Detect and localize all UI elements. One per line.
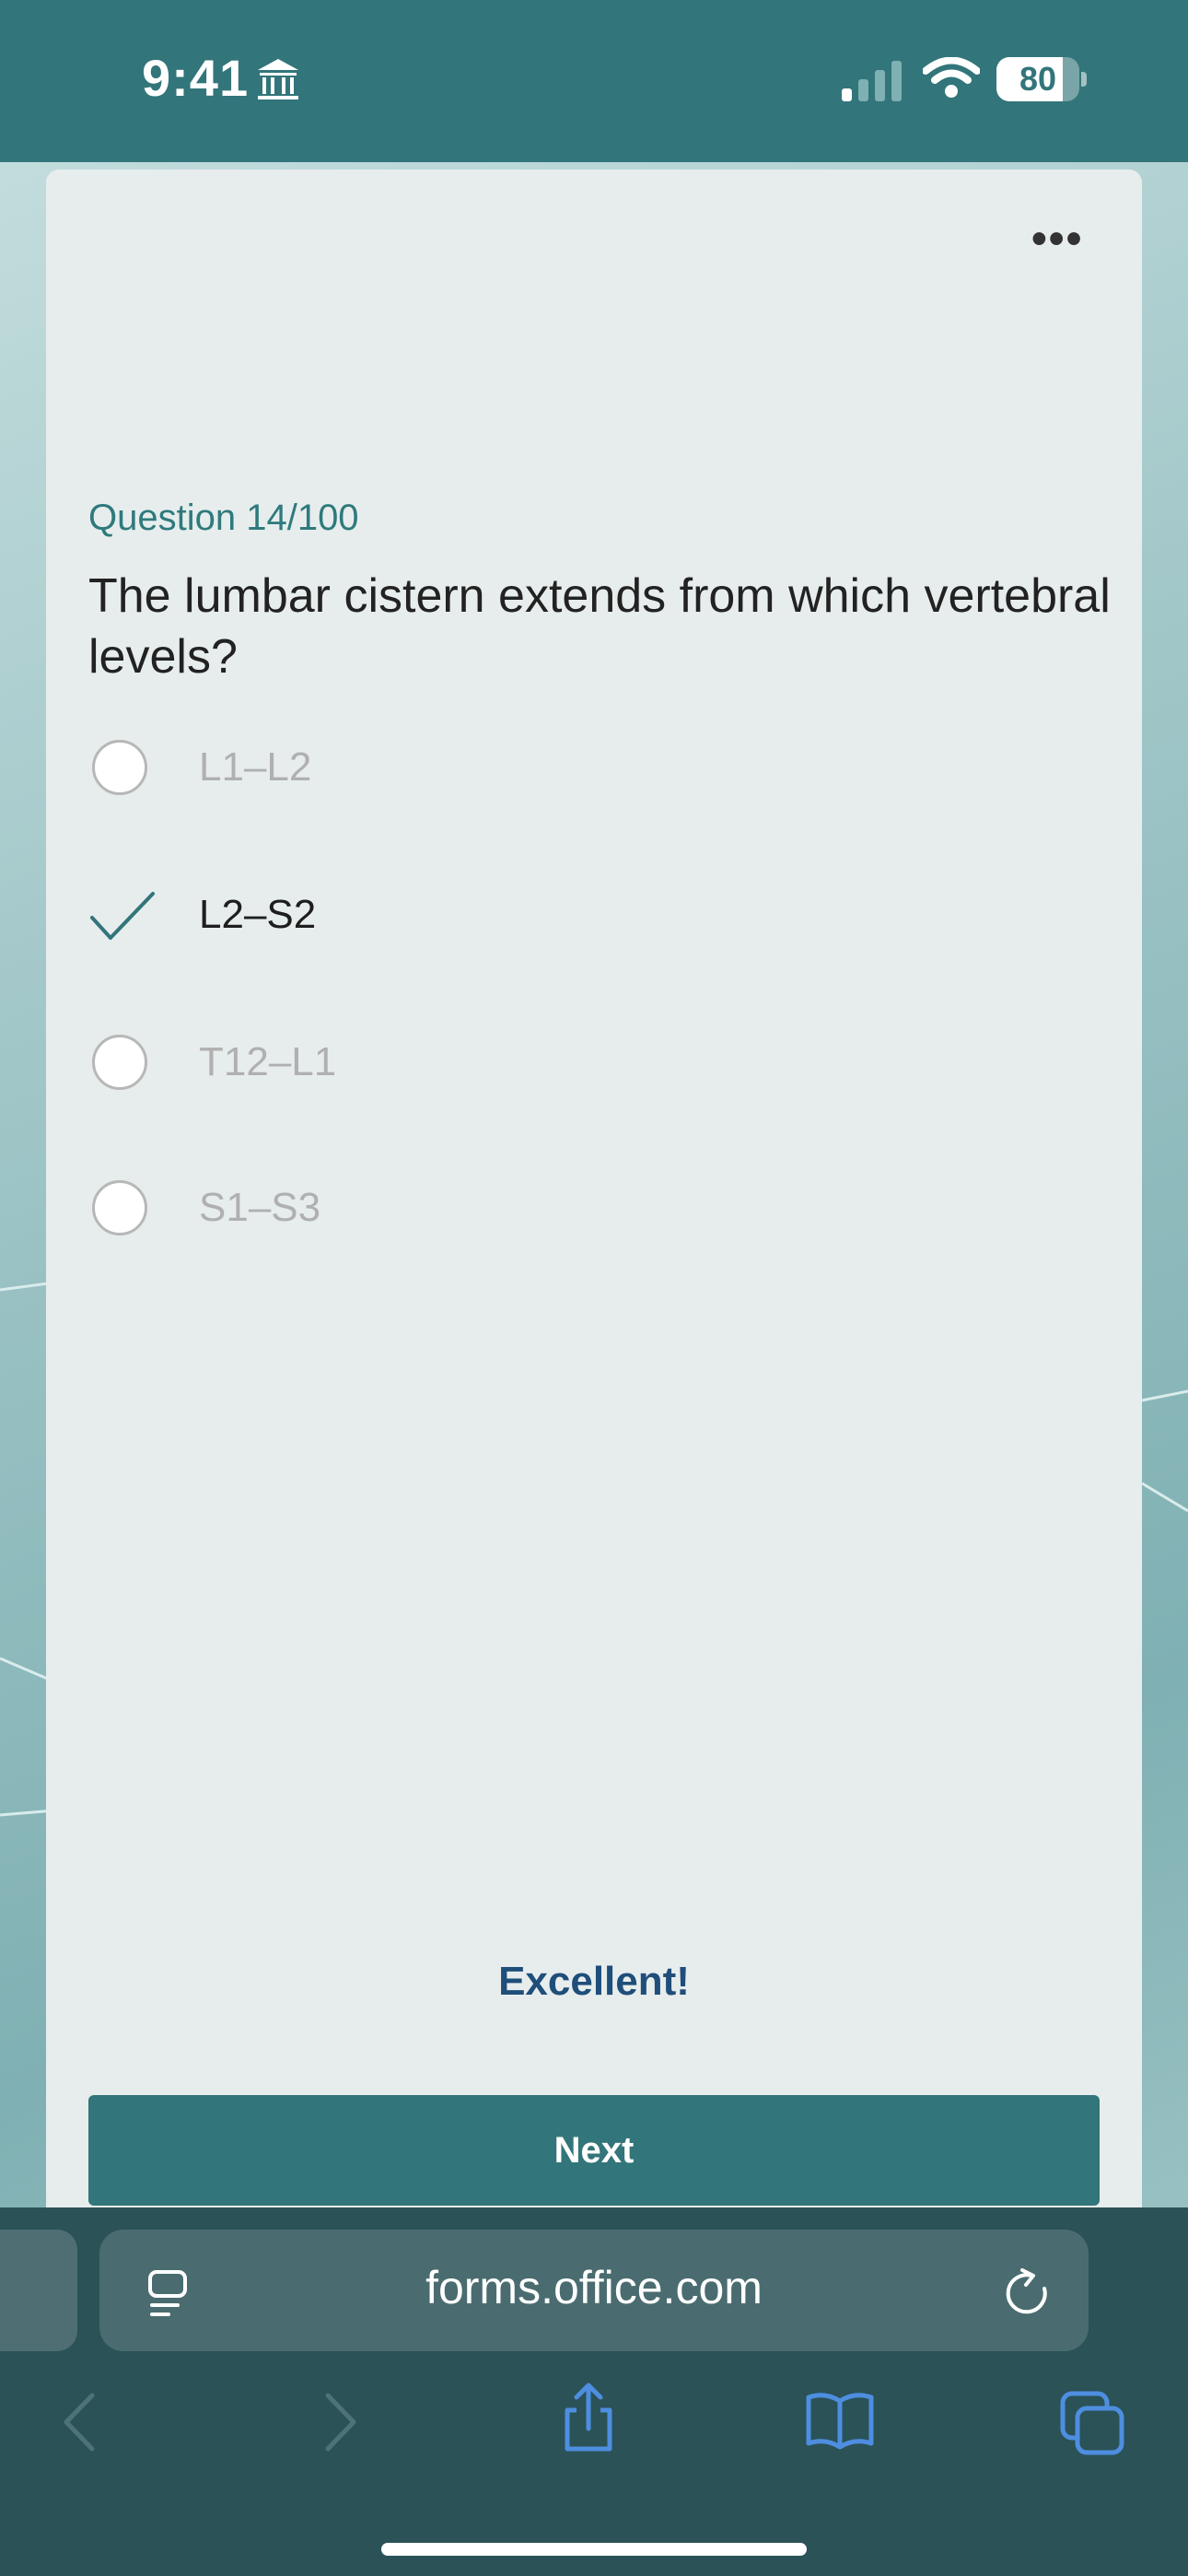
option-2[interactable]: L2–S2	[88, 873, 1101, 956]
status-time: 9:41	[142, 49, 250, 107]
option-4[interactable]: S1–S3	[88, 1166, 1101, 1249]
option-label: L1–L2	[199, 744, 312, 790]
question-number: Question 14/100	[88, 498, 359, 538]
url-text[interactable]: forms.office.com	[99, 2261, 1089, 2314]
radio-button-unselected[interactable]	[92, 1035, 147, 1090]
check-icon	[90, 892, 155, 940]
radio-button-unselected[interactable]	[92, 740, 147, 795]
radio-button-unselected[interactable]	[92, 1180, 147, 1235]
option-1[interactable]: L1–L2	[88, 726, 1101, 809]
book-icon[interactable]	[805, 2390, 875, 2455]
cellular-signal-icon	[840, 61, 904, 106]
feedback-message: Excellent!	[498, 1959, 690, 2004]
home-indicator	[381, 2543, 807, 2556]
more-icon: •••	[1031, 215, 1084, 263]
option-label: T12–L1	[199, 1039, 337, 1084]
wifi-icon	[922, 56, 981, 104]
bank-icon	[256, 57, 300, 108]
share-icon[interactable]	[556, 2381, 621, 2459]
battery-nub	[1081, 72, 1087, 87]
status-bar: 9:41 80	[0, 0, 1188, 162]
more-options-button[interactable]: •••	[1031, 217, 1083, 262]
option-3[interactable]: T12–L1	[88, 1021, 1101, 1104]
tabs-icon[interactable]	[1059, 2390, 1127, 2461]
option-label: S1–S3	[199, 1185, 321, 1230]
next-button[interactable]: Next	[88, 2095, 1100, 2206]
chevron-left-icon[interactable]	[61, 2390, 98, 2459]
question-text: The lumbar cistern extends from which ve…	[88, 569, 1111, 684]
chevron-right-icon[interactable]	[322, 2390, 359, 2459]
previous-tab-peek[interactable]	[0, 2230, 77, 2351]
battery-indicator: 80	[996, 57, 1079, 101]
option-label: L2–S2	[199, 892, 317, 937]
battery-percentage: 80	[1019, 60, 1057, 98]
reload-icon[interactable]	[1004, 2266, 1052, 2323]
